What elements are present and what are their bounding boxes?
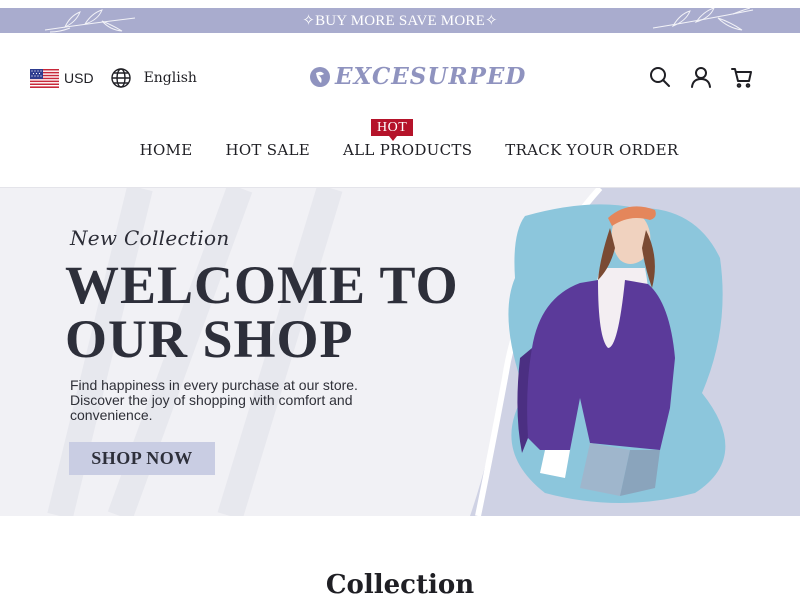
hero-banner[interactable]: New Collection WELCOME TO OUR SHOP Find … — [0, 188, 800, 516]
cart-icon[interactable] — [730, 65, 754, 89]
shop-now-button[interactable]: SHOP NOW — [69, 442, 215, 475]
announcement-bar: ✧BUY MORE SAVE MORE✧ — [0, 8, 800, 33]
hero-description: Find happiness in every purchase at our … — [70, 377, 358, 423]
site-header: USD English EXCESURPED HOME HOT SALE HOT… — [0, 33, 800, 188]
hero-model-image — [508, 204, 726, 503]
language-label[interactable]: English — [144, 70, 197, 86]
us-flag-icon — [30, 68, 59, 88]
nav-item-all-products[interactable]: HOT ALL PRODUCTS — [343, 119, 473, 159]
search-icon[interactable] — [648, 65, 672, 89]
nav-item-track-order[interactable]: TRACK YOUR ORDER — [505, 141, 678, 159]
hot-badge: HOT — [371, 119, 414, 141]
header-actions — [648, 65, 754, 89]
logo-text: EXCESURPED — [335, 63, 527, 90]
hero-title: WELCOME TO OUR SHOP — [65, 255, 459, 369]
logo-icon — [310, 66, 330, 87]
globe-icon — [110, 68, 131, 88]
account-icon[interactable] — [689, 65, 713, 89]
sparkle-icon: ✧ — [302, 13, 316, 29]
nav-item-hot-sale[interactable]: HOT SALE — [225, 141, 310, 159]
main-navigation: HOME HOT SALE HOT ALL PRODUCTS TRACK YOU… — [0, 119, 800, 159]
locale-selector[interactable]: USD English — [30, 67, 197, 89]
nav-item-label: ALL PRODUCTS — [343, 141, 473, 159]
leaf-decoration-right — [652, 8, 754, 31]
collection-title: Collection — [325, 570, 475, 600]
sparkle-icon: ✧ — [484, 13, 498, 29]
site-logo[interactable]: EXCESURPED — [309, 63, 526, 90]
hero-eyebrow: New Collection — [70, 226, 230, 250]
currency-label[interactable]: USD — [64, 70, 94, 86]
nav-item-home[interactable]: HOME — [140, 141, 193, 159]
announcement-text[interactable]: BUY MORE SAVE MORE — [315, 13, 485, 29]
